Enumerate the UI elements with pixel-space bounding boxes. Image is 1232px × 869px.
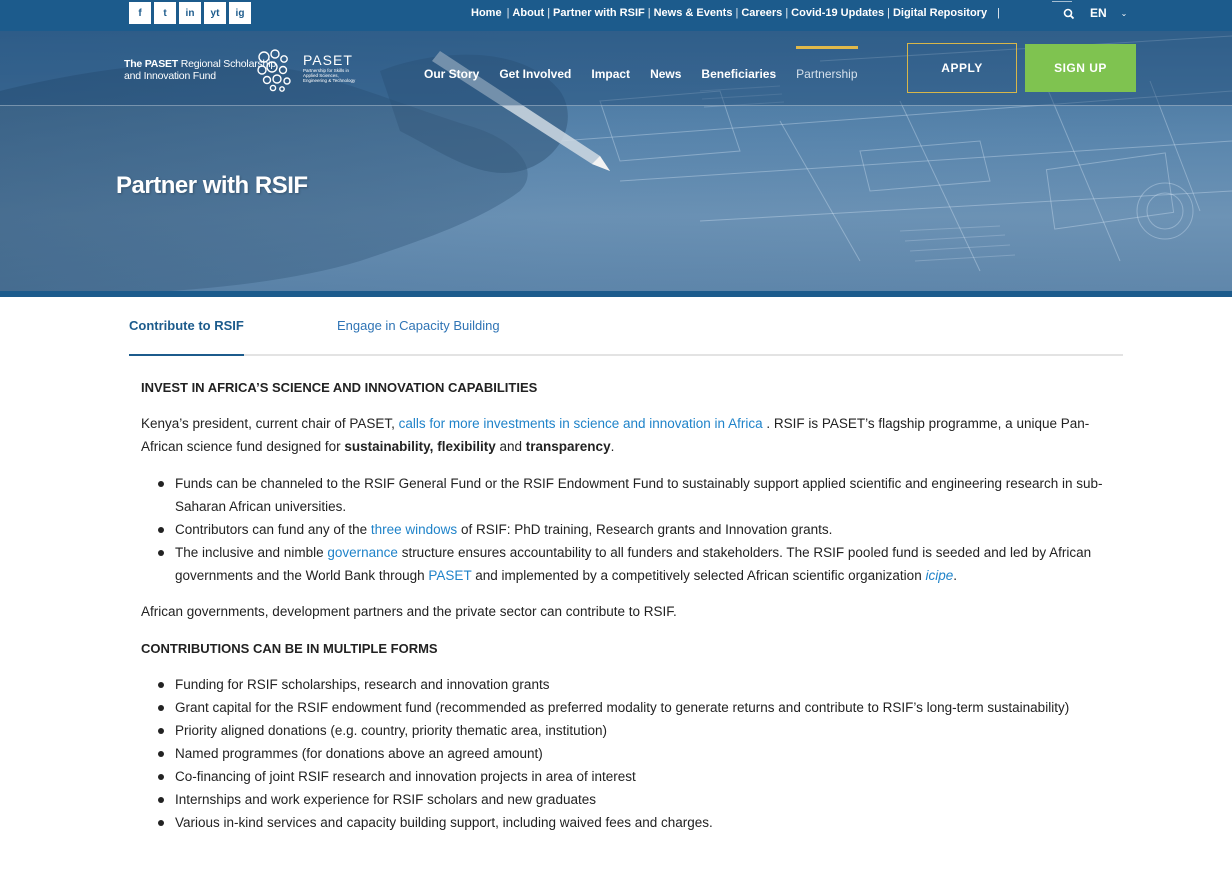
nav-get-involved[interactable]: Get Involved — [499, 67, 571, 81]
nav-impact[interactable]: Impact — [591, 67, 630, 81]
list-item: Internships and work experience for RSIF… — [158, 788, 1111, 811]
three-windows-link[interactable]: three windows — [371, 522, 457, 537]
contributors-paragraph: African governments, development partner… — [141, 604, 677, 619]
top-nav-news-events[interactable]: News & Events — [654, 7, 733, 19]
governance-link[interactable]: governance — [327, 545, 398, 560]
fund-bullets: Funds can be channeled to the RSIF Gener… — [158, 472, 1111, 587]
tab-contribute-to-rsif[interactable]: Contribute to RSIF — [129, 318, 244, 356]
linkedin-icon[interactable]: in — [179, 2, 201, 24]
paset-logo-text: PASET Partnership for Skills in Applied … — [303, 52, 356, 83]
top-nav-separator: | — [547, 7, 551, 19]
top-nav-careers[interactable]: Careers — [741, 7, 782, 19]
top-nav-separator: | — [735, 7, 739, 19]
section-heading: CONTRIBUTIONS CAN BE IN MULTIPLE FORMS — [141, 641, 438, 656]
intro-paragraph: Kenya’s president, current chair of PASE… — [141, 416, 1090, 454]
contribution-forms-list: Funding for RSIF scholarships, research … — [158, 673, 1111, 834]
site-logo[interactable]: The PASET Regional Scholarship and Innov… — [124, 48, 364, 94]
top-nav-home[interactable]: Home — [471, 7, 502, 19]
chevron-down-icon: ⌄ — [1120, 8, 1128, 18]
list-item: Funds can be channeled to the RSIF Gener… — [158, 472, 1111, 518]
paset-link[interactable]: PASET — [428, 568, 471, 583]
icipe-link[interactable]: icipe — [925, 568, 953, 583]
top-nav-separator: | — [887, 7, 890, 19]
nav-our-story[interactable]: Our Story — [424, 67, 479, 81]
twitter-icon[interactable]: t — [154, 2, 176, 24]
nav-partnership[interactable]: Partnership — [796, 46, 858, 81]
rsif-logo-text: The PASET Regional Scholarship and Innov… — [124, 58, 276, 82]
section-heading: INVEST IN AFRICA’S SCIENCE AND INNOVATIO… — [141, 380, 538, 395]
top-nav-digital-repository[interactable]: Digital Repository — [893, 7, 987, 19]
top-nav-covid[interactable]: Covid-19 Updates — [791, 7, 884, 19]
sign-up-button[interactable]: SIGN UP — [1025, 44, 1136, 92]
apply-button[interactable]: APPLY — [907, 43, 1017, 93]
top-nav-partner[interactable]: Partner with RSIF — [553, 7, 645, 19]
tab-engage-capacity-building[interactable]: Engage in Capacity Building — [337, 318, 500, 333]
search-icon[interactable] — [1052, 1, 1076, 21]
list-item: Named programmes (for donations above an… — [158, 742, 1111, 765]
list-item: Grant capital for the RSIF endowment fun… — [158, 696, 1111, 719]
top-nav-separator: | — [647, 7, 651, 19]
tab-content: INVEST IN AFRICA’S SCIENCE AND INNOVATIO… — [141, 376, 1111, 847]
list-item: Priority aligned donations (e.g. country… — [158, 719, 1111, 742]
instagram-icon[interactable]: ig — [229, 2, 251, 24]
list-item: The inclusive and nimble governance stru… — [158, 541, 1111, 587]
list-item: Funding for RSIF scholarships, research … — [158, 673, 1111, 696]
language-selector[interactable]: EN ⌄ — [1090, 6, 1127, 20]
facebook-icon[interactable]: f — [129, 2, 151, 24]
nav-beneficiaries[interactable]: Beneficiaries — [701, 67, 776, 81]
top-nav-separator: | — [997, 7, 1000, 19]
page-title: Partner with RSIF — [116, 172, 308, 199]
youtube-icon[interactable]: yt — [204, 2, 226, 24]
investment-call-link[interactable]: calls for more investments in science an… — [399, 416, 763, 431]
language-label: EN — [1090, 6, 1107, 20]
top-nav-separator: | — [785, 7, 789, 19]
top-bar: f t in yt ig Home | About | Partner with… — [0, 0, 1232, 31]
nav-news[interactable]: News — [650, 67, 681, 81]
top-nav: Home | About | Partner with RSIF | News … — [471, 7, 1003, 19]
social-links: f t in yt ig — [129, 2, 251, 24]
main-nav: Our Story Get Involved Impact News Benef… — [424, 46, 878, 81]
list-item: Co-financing of joint RSIF research and … — [158, 765, 1111, 788]
paset-logo-icon — [257, 49, 291, 92]
top-nav-about[interactable]: About — [512, 7, 544, 19]
content-tabs: Contribute to RSIF Engage in Capacity Bu… — [129, 297, 1123, 356]
list-item: Various in-kind services and capacity bu… — [158, 811, 1111, 834]
list-item: Contributors can fund any of the three w… — [158, 518, 1111, 541]
top-nav-separator: | — [506, 7, 510, 19]
